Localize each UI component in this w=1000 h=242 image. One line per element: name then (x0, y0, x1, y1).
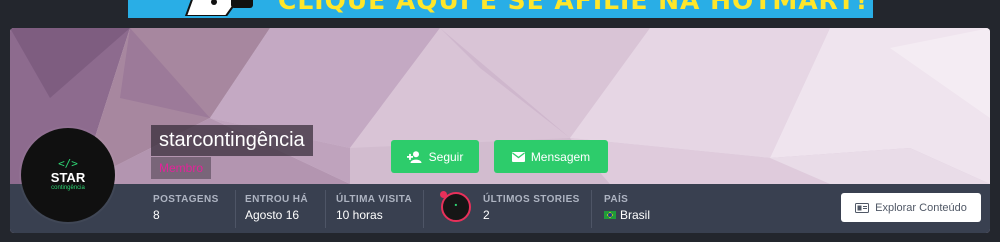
stat-stories-label: ÚLTIMOS STORIES (483, 194, 580, 205)
story-notification-dot (440, 191, 447, 198)
stat-divider (235, 190, 236, 228)
avatar-subtitle: contingência (51, 185, 85, 191)
stat-last-visit: ÚLTIMA VISITA 10 horas (336, 194, 412, 222)
stat-posts[interactable]: POSTAGENS 8 (153, 194, 219, 222)
user-plus-icon (406, 150, 422, 163)
follow-button[interactable]: Seguir (391, 140, 479, 173)
username: starcontingência (151, 125, 313, 156)
stat-country: PAÍS Brasil (604, 194, 650, 222)
explore-content-button[interactable]: Explorar Conteúdo (841, 193, 981, 222)
stat-country-label: PAÍS (604, 194, 629, 205)
stat-divider (591, 190, 592, 228)
follow-label: Seguir (428, 149, 464, 164)
story-avatar-mark: ■ (454, 202, 458, 207)
avatar-title: STAR (50, 170, 86, 185)
explore-content-label: Explorar Conteúdo (875, 201, 967, 214)
stat-divider (325, 190, 326, 228)
code-icon: </> (58, 157, 78, 170)
message-button[interactable]: Mensagem (494, 140, 608, 173)
stat-last-visit-value: 10 horas (336, 208, 383, 222)
stat-stories-value: 2 (483, 208, 490, 222)
envelope-icon (511, 151, 525, 162)
stat-last-visit-label: ÚLTIMA VISITA (336, 194, 413, 205)
message-label: Mensagem (530, 149, 591, 164)
banner-text: CLIQUE AQUI E SE AFILIE NA HOTMART! (278, 0, 869, 15)
stat-posts-value: 8 (153, 208, 160, 222)
stat-country-value-row: Brasil (604, 208, 650, 222)
stat-joined: ENTROU HÁ Agosto 16 (245, 194, 308, 222)
stat-country-value: Brasil (620, 208, 651, 222)
hotmart-banner[interactable]: CLIQUE AQUI E SE AFILIE NA HOTMART! (128, 0, 873, 18)
stat-divider (423, 190, 424, 228)
avatar[interactable]: </> STAR contingência (21, 128, 115, 222)
brazil-flag-icon (604, 210, 616, 219)
stat-joined-value: Agosto 16 (245, 208, 300, 222)
profile-card: </> STAR contingência starcontingência M… (10, 28, 990, 233)
stat-stories[interactable]: ÚLTIMOS STORIES 2 (483, 194, 580, 222)
card-icon (855, 202, 870, 213)
stat-joined-label: ENTROU HÁ (245, 194, 309, 205)
role-badge: Membro (151, 157, 212, 179)
stat-posts-label: POSTAGENS (153, 194, 219, 205)
mascot-icon (184, 0, 253, 16)
